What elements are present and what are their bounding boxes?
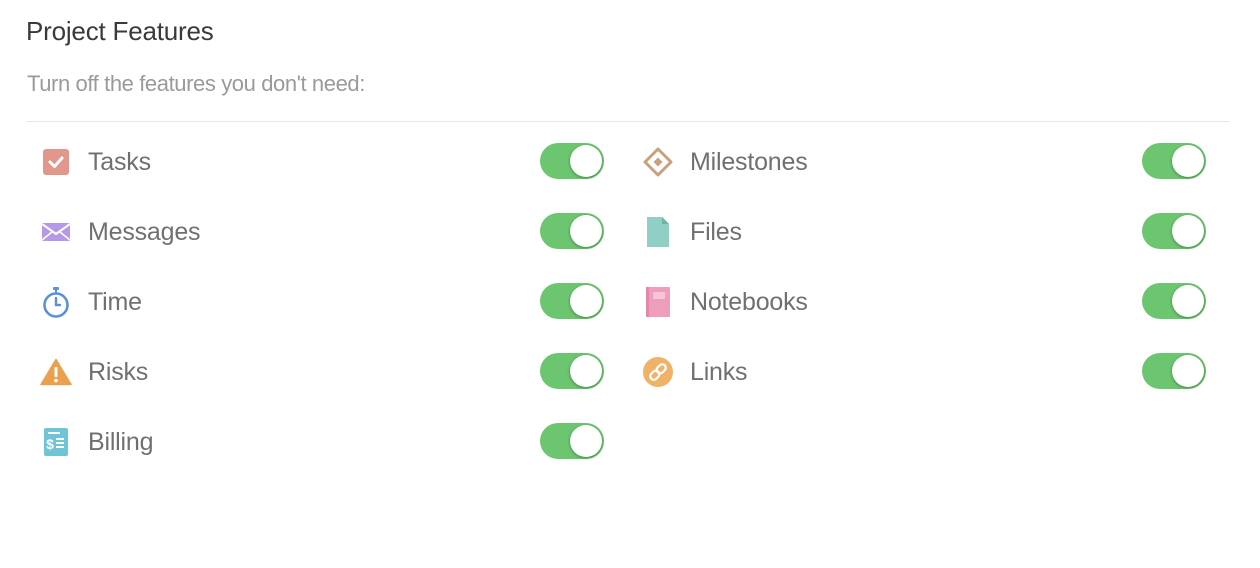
divider [26,121,1230,122]
task-check-icon [40,146,72,178]
toggle-knob [1172,215,1204,247]
feature-row-time: Time [40,282,604,322]
toggle-knob [570,215,602,247]
feature-row-links: Links [642,352,1206,392]
notebook-icon [642,286,674,318]
toggle-knob [570,355,602,387]
toggle-links[interactable] [1142,353,1206,389]
toggle-files[interactable] [1142,213,1206,249]
toggle-notebooks[interactable] [1142,283,1206,319]
toggle-knob [570,285,602,317]
toggle-knob [1172,145,1204,177]
toggle-time[interactable] [540,283,604,319]
stopwatch-icon [40,286,72,318]
toggle-messages[interactable] [540,213,604,249]
file-icon [642,216,674,248]
toggle-knob [1172,355,1204,387]
feature-label-links: Links [690,358,748,386]
toggle-knob [570,425,602,457]
toggle-knob [1172,285,1204,317]
feature-label-tasks: Tasks [88,148,151,176]
page-subtitle: Turn off the features you don't need: [27,71,365,96]
feature-label-time: Time [88,288,142,316]
feature-label-billing: Billing [88,428,154,456]
feature-label-notebooks: Notebooks [690,288,808,316]
toggle-risks[interactable] [540,353,604,389]
feature-row-risks: Risks [40,352,604,392]
warning-icon [40,356,72,388]
feature-label-files: Files [690,218,742,246]
invoice-icon: $ [40,426,72,458]
toggle-knob [570,145,602,177]
link-icon [642,356,674,388]
diamond-icon [642,146,674,178]
feature-label-messages: Messages [88,218,201,246]
feature-row-milestones: Milestones [642,142,1206,182]
feature-label-risks: Risks [88,358,149,386]
envelope-icon [40,216,72,248]
toggle-billing[interactable] [540,423,604,459]
feature-row-notebooks: Notebooks [642,282,1206,322]
feature-row-billing: $ Billing [40,422,604,462]
feature-row-messages: Messages [40,212,604,252]
page-title: Project Features [26,16,214,46]
feature-row-tasks: Tasks [40,142,604,182]
svg-text:$: $ [46,436,54,452]
toggle-tasks[interactable] [540,143,604,179]
feature-label-milestones: Milestones [690,148,808,176]
feature-row-files: Files [642,212,1206,252]
toggle-milestones[interactable] [1142,143,1206,179]
